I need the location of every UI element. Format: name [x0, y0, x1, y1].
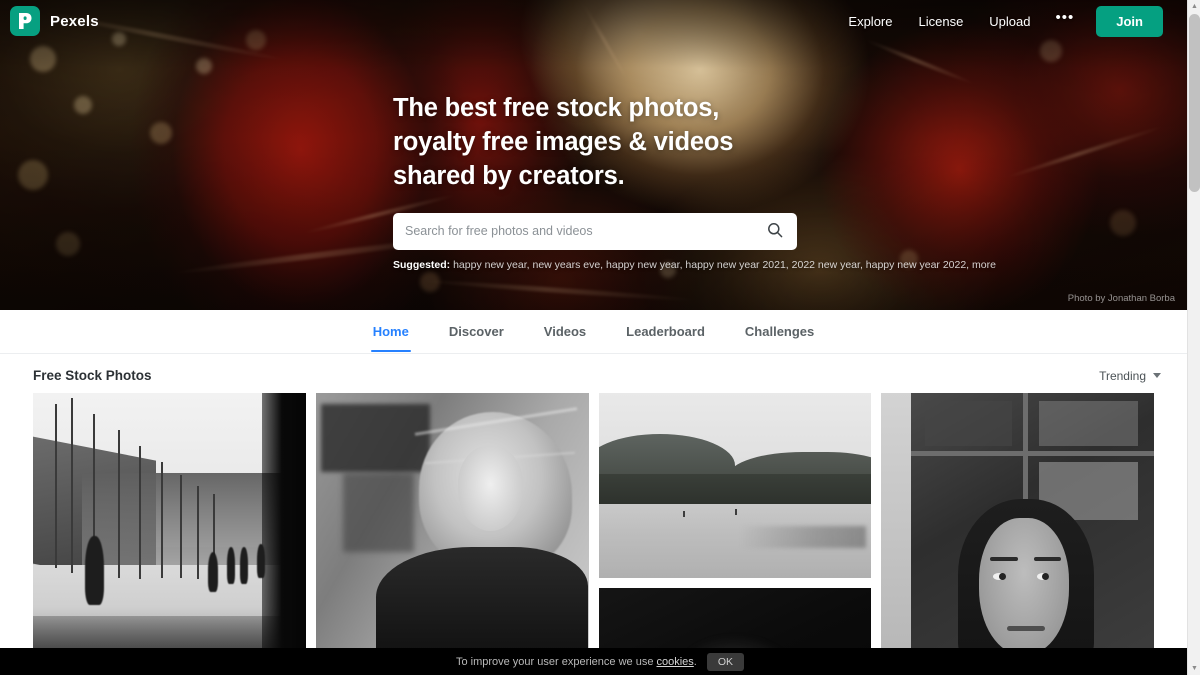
search-button[interactable] — [765, 222, 785, 241]
join-button[interactable]: Join — [1096, 5, 1163, 37]
tab-challenges[interactable]: Challenges — [725, 311, 834, 352]
browser-viewport: Pexels Explore License Upload ••• Join T… — [0, 0, 1200, 675]
search-input[interactable] — [405, 224, 765, 239]
brand-logo[interactable]: Pexels — [10, 6, 99, 36]
cookies-link[interactable]: cookies — [657, 656, 694, 668]
photo-girl-windswept-hair[interactable] — [315, 393, 589, 658]
suggested-searches: Suggested: happy new year, new years eve… — [393, 258, 996, 271]
sort-dropdown[interactable]: Trending — [1099, 369, 1161, 383]
grid-column-2 — [315, 393, 589, 675]
section-title: Free Stock Photos — [33, 368, 152, 383]
suggested-label: Suggested: — [393, 258, 451, 271]
tab-home[interactable]: Home — [353, 311, 429, 352]
search-icon — [767, 222, 783, 241]
grid-column-3 — [598, 393, 872, 675]
content-tabs: Home Discover Videos Leaderboard Challen… — [0, 310, 1187, 354]
pexels-p-logo-icon — [10, 6, 40, 36]
grid-column-1 — [33, 393, 306, 675]
page-title: The best free stock photos, royalty free… — [393, 94, 734, 190]
hero-section: Pexels Explore License Upload ••• Join T… — [0, 0, 1187, 310]
section-header: Free Stock Photos Trending — [0, 354, 1187, 393]
cookie-message: To improve your user experience we use c… — [456, 656, 697, 668]
hero-content: The best free stock photos, royalty free… — [393, 92, 996, 271]
hero-search — [393, 212, 797, 250]
suggested-terms[interactable]: happy new year, new years eve, happy new… — [453, 259, 996, 271]
tab-discover[interactable]: Discover — [429, 311, 524, 352]
cookie-message-suffix: . — [693, 655, 697, 668]
main-navigation: Explore License Upload ••• Join — [835, 5, 1163, 37]
photo-grid — [0, 393, 1187, 675]
brand-name: Pexels — [50, 12, 99, 30]
tab-videos[interactable]: Videos — [524, 311, 606, 352]
scrollbar-thumb[interactable] — [1189, 14, 1200, 192]
nav-link-upload[interactable]: Upload — [976, 8, 1043, 35]
hero-photo-credit[interactable]: Photo by Jonathan Borba — [1068, 293, 1175, 304]
site-header: Pexels Explore License Upload ••• Join — [0, 0, 1187, 42]
nav-link-explore[interactable]: Explore — [835, 8, 905, 35]
cookie-ok-button[interactable]: OK — [706, 652, 745, 671]
tab-leaderboard[interactable]: Leaderboard — [606, 311, 725, 352]
photo-tree-lined-path[interactable] — [33, 393, 306, 658]
grid-column-4 — [881, 393, 1154, 675]
cookie-consent-bar: To improve your user experience we use c… — [0, 648, 1200, 675]
scrollbar-down-arrow-icon[interactable]: ▼ — [1188, 662, 1200, 675]
pexels-homepage: Pexels Explore License Upload ••• Join T… — [0, 0, 1187, 675]
more-menu-icon[interactable]: ••• — [1044, 10, 1087, 31]
page-scrollbar[interactable]: ▲ ▼ — [1187, 0, 1200, 675]
sort-dropdown-label: Trending — [1099, 368, 1146, 383]
nav-link-license[interactable]: License — [905, 8, 976, 35]
photo-lake-and-mountain[interactable] — [598, 393, 872, 578]
search-box[interactable] — [393, 212, 797, 250]
chevron-down-icon — [1153, 373, 1161, 378]
scrollbar-up-arrow-icon[interactable]: ▲ — [1188, 0, 1200, 13]
cookie-message-prefix: To improve your user experience we use — [455, 655, 657, 668]
photo-woman-portrait-window[interactable] — [881, 393, 1154, 658]
